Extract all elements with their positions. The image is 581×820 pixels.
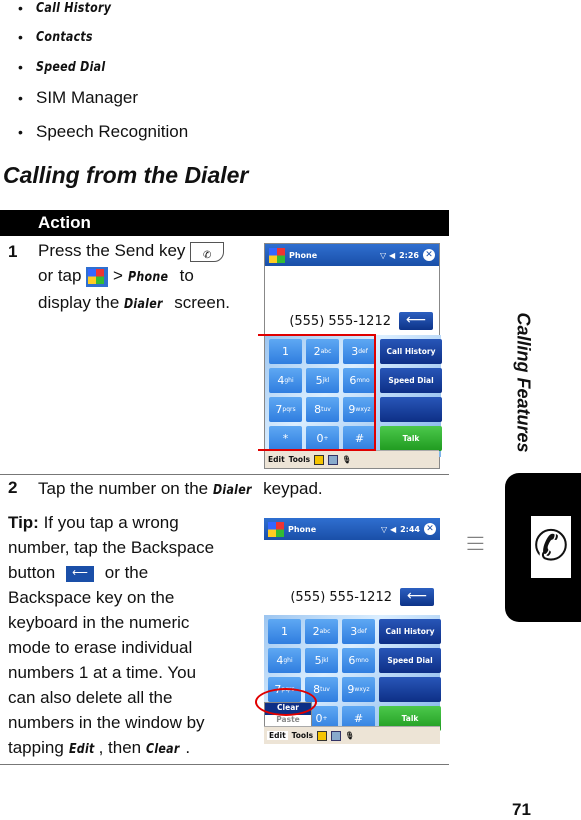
- step-number: 1: [8, 242, 18, 261]
- clear-highlight: [255, 688, 317, 716]
- contacts-icon: [328, 454, 339, 465]
- list-item: • Call History: [18, 0, 112, 16]
- signal-icon: ▽ ◀: [381, 524, 397, 534]
- page-number: 71: [512, 800, 531, 819]
- section-heading: Calling from the Dialer: [3, 162, 249, 188]
- key-button[interactable]: 3 def: [342, 619, 375, 644]
- function-button[interactable]: Speed Dial: [380, 368, 442, 393]
- chapter-tab: ✆ ⸺ ⸺ ⸺: [467, 473, 581, 622]
- list-item: • Contacts: [18, 29, 93, 45]
- step2-text: Tap the number on the Dialer keypad.: [38, 479, 323, 498]
- key-button[interactable]: 4 ghi: [268, 648, 301, 673]
- start-icon: [268, 521, 284, 537]
- step-number: 2: [8, 478, 18, 497]
- send-key-icon: ✆: [190, 241, 225, 262]
- list-item: • SIM Manager: [18, 88, 139, 107]
- step1-text: Press the Send key ✆ or tap > Phone to d…: [38, 241, 231, 312]
- close-icon: ✕: [423, 249, 435, 261]
- mic-icon: 🎙: [345, 731, 355, 740]
- key-button[interactable]: 6 mno: [342, 648, 375, 673]
- sip-icon: [314, 454, 325, 465]
- signal-icon: ▽ ◀: [380, 250, 396, 260]
- backspace-icon: ⟵: [400, 588, 434, 606]
- function-button[interactable]: Speed Dial: [379, 648, 441, 673]
- table-header: Action: [0, 210, 449, 236]
- talk-button[interactable]: Talk: [380, 426, 442, 451]
- divider: [0, 474, 449, 475]
- divider: [0, 764, 449, 765]
- key-button[interactable]: 2 abc: [305, 619, 338, 644]
- start-icon: [86, 266, 109, 287]
- tip-text: Tip: If you tap a wrong number, tap the …: [8, 513, 215, 757]
- contacts-icon: [331, 730, 342, 741]
- function-button[interactable]: [380, 397, 442, 422]
- chapter-side-label: Calling Features: [513, 312, 534, 453]
- backspace-icon: ⟵: [66, 565, 94, 582]
- list-item: • Speed Dial: [18, 59, 106, 75]
- function-button[interactable]: Call History: [380, 339, 442, 364]
- start-icon: [269, 247, 285, 263]
- keypad-highlight: [258, 334, 376, 451]
- function-button[interactable]: Call History: [379, 619, 441, 644]
- sip-icon: [317, 730, 328, 741]
- key-button[interactable]: 5 jkl: [305, 648, 338, 673]
- phone-icon: ✆: [531, 516, 571, 578]
- key-button[interactable]: 9 wxyz: [342, 677, 375, 702]
- function-button[interactable]: [379, 677, 441, 702]
- key-button[interactable]: 1: [268, 619, 301, 644]
- backspace-icon: ⟵: [399, 312, 433, 330]
- mic-icon: 🎙: [342, 455, 352, 464]
- list-item: • Speech Recognition: [18, 122, 189, 141]
- close-icon: ✕: [424, 523, 436, 535]
